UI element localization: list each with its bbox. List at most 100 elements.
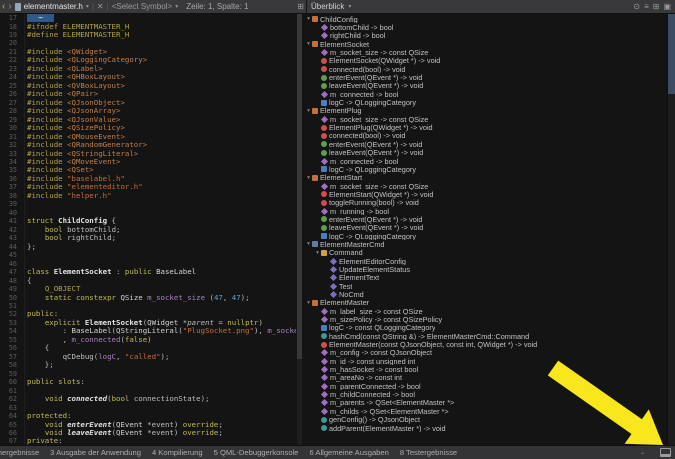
code-line[interactable]: 63 — [0, 404, 296, 412]
chevron-down-icon[interactable]: ⌄ — [640, 449, 645, 456]
fold-marker-column[interactable] — [19, 107, 25, 115]
fold-marker-column[interactable] — [19, 395, 25, 403]
outline-item[interactable]: addParent(ElementMaster *) -> void — [303, 424, 668, 432]
outline-item[interactable]: m_childConnected -> bool — [303, 390, 668, 398]
outline-scrollbar-thumb[interactable] — [668, 14, 675, 94]
outline-item[interactable]: ▾ElementMasterCmd — [303, 240, 668, 248]
code-line[interactable]: 30#include <QSizePolicy> — [0, 124, 296, 132]
forward-icon[interactable]: › — [8, 2, 11, 12]
fold-marker-column[interactable] — [19, 200, 25, 208]
code-line[interactable]: 33#include <QStringLiteral> — [0, 150, 296, 158]
outline-item[interactable]: m_config -> const QJsonObject — [303, 349, 668, 357]
outline-item[interactable]: Test — [303, 282, 668, 290]
outline-item[interactable]: m_sizePolicy -> const QSizePolicy — [303, 315, 668, 323]
outline-item[interactable]: enterEvent(QEvent *) -> void — [303, 73, 668, 81]
fold-marker-column[interactable] — [19, 344, 25, 352]
fold-marker-column[interactable] — [19, 158, 25, 166]
expand-arrow-icon[interactable]: ▾ — [305, 175, 312, 181]
fold-marker-column[interactable] — [19, 226, 25, 234]
code-line[interactable]: 22#include <QLoggingCategory> — [0, 56, 296, 64]
fold-marker-column[interactable] — [19, 183, 25, 191]
code-line[interactable]: 34#include <QMoveEvent> — [0, 158, 296, 166]
output-pane-tab[interactable]: chergebnisse — [0, 448, 39, 457]
code-line[interactable]: 17 ⋯ — [0, 14, 296, 22]
fold-marker-column[interactable] — [19, 141, 25, 149]
fold-marker-column[interactable] — [19, 166, 25, 174]
code-line[interactable]: 60public slots: — [0, 378, 296, 386]
expand-arrow-icon[interactable]: ▾ — [305, 300, 312, 306]
code-line[interactable]: 58 }; — [0, 361, 296, 369]
code-line[interactable]: 48{ — [0, 277, 296, 285]
editor-scrollbar[interactable] — [297, 14, 302, 446]
fold-marker-column[interactable] — [19, 217, 25, 225]
code-line[interactable]: 56 { — [0, 344, 296, 352]
outline-item[interactable]: rightChild -> bool — [303, 32, 668, 40]
outline-item[interactable]: connected(bool) -> void — [303, 65, 668, 73]
code-line[interactable]: 62 void connected(bool connectionState); — [0, 395, 296, 403]
code-line[interactable]: 23#include <QLabel> — [0, 65, 296, 73]
fold-marker-column[interactable] — [19, 133, 25, 141]
outline-item[interactable]: logC -> QLoggingCategory — [303, 98, 668, 106]
fold-marker-column[interactable] — [19, 99, 25, 107]
close-split-icon[interactable]: ▣ — [663, 3, 671, 11]
chevron-down-icon[interactable]: ▾ — [86, 3, 89, 10]
fold-marker-column[interactable] — [19, 361, 25, 369]
fold-marker-column[interactable] — [19, 319, 25, 327]
fold-marker-column[interactable] — [19, 39, 25, 47]
code-line[interactable]: 24#include <QHBoxLayout> — [0, 73, 296, 81]
outline-item[interactable]: ElementSocket(QWidget *) -> void — [303, 57, 668, 65]
outline-item[interactable]: logC -> QLoggingCategory — [303, 232, 668, 240]
code-line[interactable]: 29#include <QJsonValue> — [0, 116, 296, 124]
code-line[interactable]: 59 — [0, 370, 296, 378]
outline-item[interactable]: ElementPlug(QWidget *) -> void — [303, 123, 668, 131]
code-line[interactable]: 44}; — [0, 243, 296, 251]
fold-marker-column[interactable] — [19, 404, 25, 412]
expand-arrow-icon[interactable]: ▾ — [305, 41, 312, 47]
code-line[interactable]: 19#define ELEMENTMASTER_H — [0, 31, 296, 39]
fold-marker-column[interactable] — [19, 73, 25, 81]
output-pane-tab[interactable]: 4 Kompilierung — [152, 448, 203, 457]
outline-item[interactable]: ▾ElementMaster — [303, 299, 668, 307]
outline-item[interactable]: ▾Command — [303, 249, 668, 257]
outline-item[interactable]: leaveEvent(QEvent *) -> void — [303, 82, 668, 90]
fold-marker-column[interactable] — [19, 90, 25, 98]
fold-marker-column[interactable] — [19, 268, 25, 276]
fold-marker-column[interactable] — [19, 285, 25, 293]
code-line[interactable]: 35#include <QSet> — [0, 166, 296, 174]
outline-item[interactable]: m_label_size -> const QSize — [303, 307, 668, 315]
outline-item[interactable]: hashCmd(const QString &) -> ElementMaste… — [303, 332, 668, 340]
code-line[interactable]: 64protected: — [0, 412, 296, 420]
fold-marker-column[interactable] — [19, 429, 25, 437]
code-editor[interactable]: 17 ⋯ 18#ifndef ELEMENTMASTER_H19#define … — [0, 14, 296, 446]
fold-marker-column[interactable] — [19, 353, 25, 361]
fold-marker-column[interactable] — [19, 327, 25, 335]
fold-marker-column[interactable] — [19, 22, 25, 30]
fold-marker-column[interactable] — [19, 192, 25, 200]
code-line[interactable]: 42 bool bottomChild; — [0, 226, 296, 234]
fold-marker-column[interactable] — [19, 302, 25, 310]
outline-item[interactable]: m_socket_size -> const QSize — [303, 48, 668, 56]
outline-item[interactable]: m_running -> bool — [303, 207, 668, 215]
code-line[interactable]: 20 — [0, 39, 296, 47]
code-line[interactable]: 54 : BaseLabel(QStringLiteral("PlugSocke… — [0, 327, 296, 335]
outline-item[interactable]: ElementEditorConfig — [303, 257, 668, 265]
outline-item[interactable]: m_parents -> QSet<ElementMaster *> — [303, 399, 668, 407]
outline-item[interactable]: ElementText — [303, 274, 668, 282]
close-document-icon[interactable]: ✕ — [97, 3, 104, 11]
expand-arrow-icon[interactable]: ▾ — [305, 108, 312, 114]
fold-marker-column[interactable] — [19, 336, 25, 344]
outline-item[interactable]: leaveEvent(QEvent *) -> void — [303, 149, 668, 157]
fold-marker-column[interactable] — [19, 31, 25, 39]
code-line[interactable]: 49 Q_OBJECT — [0, 285, 296, 293]
outline-item[interactable]: m_parentConnected -> bool — [303, 382, 668, 390]
code-line[interactable]: 26#include <QPair> — [0, 90, 296, 98]
code-line[interactable]: 46 — [0, 260, 296, 268]
code-line[interactable]: 21#include <QWidget> — [0, 48, 296, 56]
fold-marker-column[interactable] — [19, 310, 25, 318]
outline-item[interactable]: enterEvent(QEvent *) -> void — [303, 215, 668, 223]
expand-arrow-icon[interactable]: ▾ — [305, 241, 312, 247]
fold-marker-column[interactable] — [19, 293, 25, 301]
outline-item[interactable]: ElementMaster(const QJsonObject, const i… — [303, 340, 668, 348]
outline-item[interactable]: m_hasSocket -> const bool — [303, 365, 668, 373]
fold-marker-column[interactable] — [19, 56, 25, 64]
